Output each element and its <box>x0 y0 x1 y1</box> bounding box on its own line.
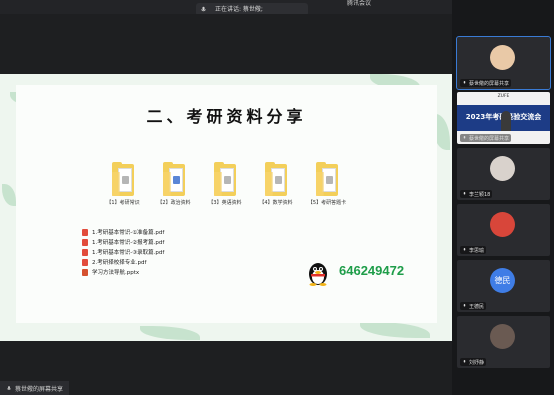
folder-icon <box>112 162 134 196</box>
avatar <box>490 324 515 349</box>
file-name: 1.考研基本常识-②报考篇.pdf <box>92 240 165 246</box>
microphone-icon <box>463 304 466 307</box>
microphone-icon <box>201 6 206 12</box>
speaker-controls[interactable] <box>284 6 306 21</box>
participant-name-bar: 蔡世儆的屏幕共享 <box>460 134 512 142</box>
file-item[interactable]: 学习方法导航.pptx <box>82 267 164 277</box>
pdf-icon <box>82 258 88 266</box>
leaf-decoration <box>140 326 200 340</box>
participant-name: 李思瑜 <box>469 247 485 254</box>
folder-item[interactable]: 【1】考研常识 <box>98 162 148 206</box>
participant-name: 李兰颖18 <box>469 191 491 198</box>
avatar: 德民 <box>490 268 515 293</box>
participant-name: 刘妤静 <box>469 359 485 366</box>
participant-tile[interactable]: 李思瑜 <box>457 204 550 256</box>
participant-name-bar: 刘妤静 <box>460 358 487 366</box>
meeting-window: 腾讯会议 正在讲话: 蔡世儆; 二、考研资料分享 【1】考研常识 【2】政治资料… <box>0 0 554 395</box>
presentation-slide: 二、考研资料分享 【1】考研常识 【2】政治资料 【3】英语资料 【4】数学资料 <box>0 74 452 341</box>
participant-tile[interactable]: ZUFE 2023年考研经验交流会 蔡世儆的屏幕共享 <box>457 92 550 144</box>
microphone-icon <box>463 360 466 363</box>
file-item[interactable]: 2.考研择校择专业.pdf <box>82 257 164 267</box>
file-name: 2.考研择校择专业.pdf <box>92 260 147 266</box>
leaf-decoration <box>2 184 16 206</box>
microphone-icon <box>463 248 466 251</box>
shared-screen: 二、考研资料分享 【1】考研常识 【2】政治资料 【3】英语资料 【4】数学资料 <box>0 14 452 381</box>
participant-name-bar: 李兰颖18 <box>460 190 493 198</box>
slide-content: 二、考研资料分享 【1】考研常识 【2】政治资料 【3】英语资料 【4】数学资料 <box>16 85 437 323</box>
share-status-text: 蔡世儆的屏幕共享 <box>15 385 64 393</box>
file-list: 1.考研基本常识-①准备篇.pdf 1.考研基本常识-②报考篇.pdf 1.考研… <box>82 227 164 277</box>
participant-tile[interactable]: 刘妤静 <box>457 316 550 368</box>
file-name: 学习方法导航.pptx <box>92 270 140 276</box>
speaker-text: 正在讲话: 蔡世儆; <box>215 6 263 13</box>
pdf-icon <box>82 248 88 256</box>
participant-name-bar: 蔡世儆的屏幕共享 <box>460 79 512 87</box>
file-item[interactable]: 1.考研基本常识-③录取篇.pdf <box>82 247 164 257</box>
pdf-icon <box>82 228 88 236</box>
slide-title: 二、考研资料分享 <box>146 107 307 126</box>
participant-tile[interactable]: 蔡世儆的屏幕共享 <box>456 36 551 90</box>
microphone-icon <box>463 81 466 84</box>
qq-penguin-icon <box>309 263 327 286</box>
folder-icon <box>214 162 236 196</box>
folder-item[interactable]: 【5】考研答题卡 <box>302 162 352 206</box>
app-title: 腾讯会议 <box>347 0 372 7</box>
folder-label: 【1】考研常识 <box>106 200 140 206</box>
avatar <box>490 45 515 70</box>
screen-share-label: 蔡世儆的屏幕共享 <box>0 381 70 395</box>
participant-name-bar: 王德民 <box>460 302 487 310</box>
participant-tile[interactable]: 李兰颖18 <box>457 148 550 200</box>
presenter-figure <box>501 111 511 131</box>
file-name: 1.考研基本常识-①准备篇.pdf <box>92 230 165 236</box>
folder-item[interactable]: 【4】数学资料 <box>251 162 301 206</box>
folder-label: 【2】政治资料 <box>157 200 191 206</box>
participant-name: 蔡世儆的屏幕共享 <box>469 135 510 142</box>
qq-number: 646249472 <box>339 263 405 278</box>
pdf-icon <box>82 238 88 246</box>
participant-name: 蔡世儆的屏幕共享 <box>469 80 510 87</box>
folder-label: 【4】数学资料 <box>259 200 293 206</box>
microphone-icon <box>6 385 12 390</box>
folder-item[interactable]: 【2】政治资料 <box>149 162 199 206</box>
file-name: 1.考研基本常识-③录取篇.pdf <box>92 250 165 256</box>
leaf-decoration <box>360 322 430 338</box>
avatar <box>490 156 515 181</box>
microphone-icon <box>463 192 466 195</box>
file-item[interactable]: 1.考研基本常识-②报考篇.pdf <box>82 237 164 247</box>
pptx-icon <box>82 268 88 276</box>
folder-label: 【3】英语资料 <box>208 200 242 206</box>
avatar <box>490 212 515 237</box>
microphone-icon <box>463 136 466 139</box>
file-item[interactable]: 1.考研基本常识-①准备篇.pdf <box>82 227 164 237</box>
folder-icon <box>163 162 185 196</box>
participant-panel: 蔡世儆的屏幕共享 ZUFE 2023年考研经验交流会 蔡世儆的屏幕共享 李兰颖1… <box>452 0 554 395</box>
folder-icon <box>265 162 287 196</box>
folder-icon <box>316 162 338 196</box>
participant-tile[interactable]: 德民 王德民 <box>457 260 550 312</box>
folder-item[interactable]: 【3】英语资料 <box>200 162 250 206</box>
participant-name: 王德民 <box>469 303 485 310</box>
participant-name-bar: 李思瑜 <box>460 246 487 254</box>
slide-thumbnail-header: ZUFE <box>497 94 510 99</box>
folder-label: 【5】考研答题卡 <box>307 200 347 206</box>
